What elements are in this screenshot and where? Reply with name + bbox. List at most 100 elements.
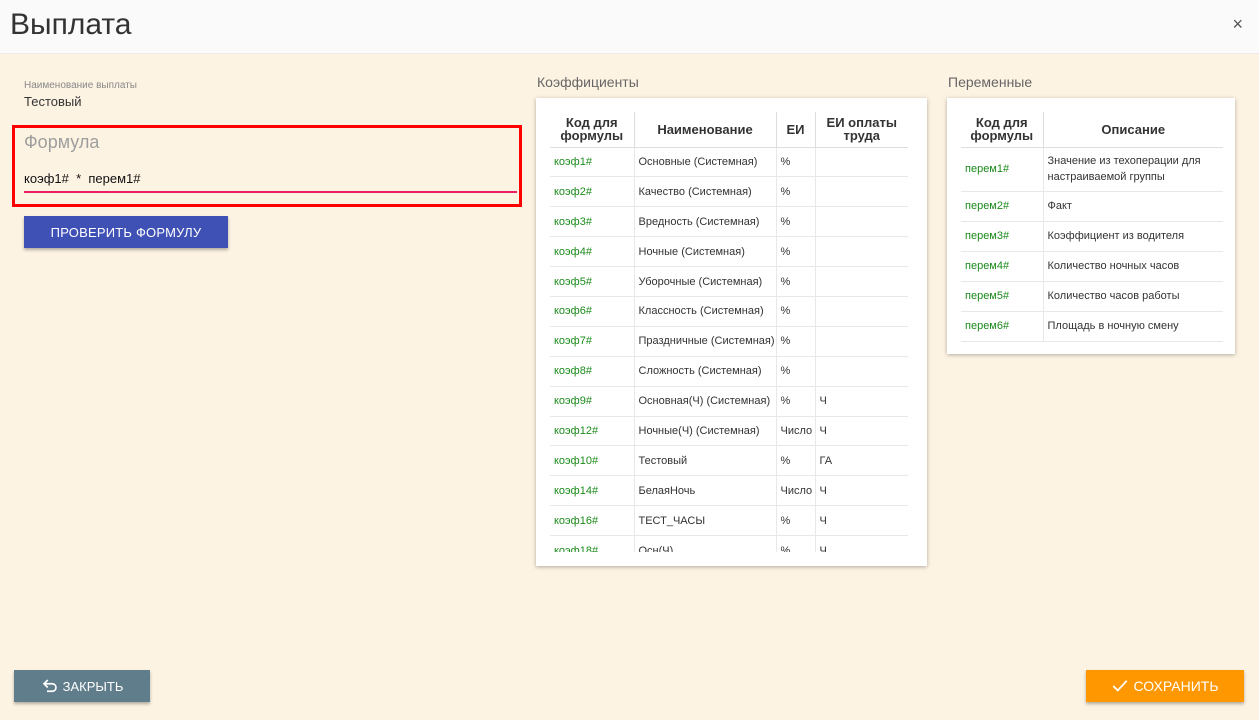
coefficient-row[interactable]: коэф18# Осн(Ч)% Ч [550,535,908,552]
coef-name-cell: Классность (Системная) [634,296,777,327]
coef-pay-unit-cell [815,236,908,268]
save-button[interactable]: СОХРАНИТЬ [1086,670,1244,702]
coef-pay-unit-cell [815,356,908,387]
coef-col-name[interactable]: Наименование [634,112,777,148]
coef-name-cell: Осн(Ч) [634,535,777,552]
payment-name-value: Тестовый [24,94,82,109]
coef-pay-unit-cell [815,296,908,327]
coef-code-cell: коэф12# [550,416,635,447]
coef-name-cell: Тестовый [634,445,777,477]
variable-row[interactable]: перем5# Количество часов работы [961,281,1223,312]
coef-name-cell: Ночные(Ч) (Системная) [634,416,777,447]
var-code-cell: перем3# [961,221,1044,252]
var-description-cell: Коэффициент из водителя [1043,221,1223,252]
coef-name-cell: Основная(Ч) (Системная) [634,386,777,417]
coef-code-cell: коэф2# [550,176,635,208]
coef-code-cell: коэф10# [550,445,635,477]
coef-name-cell: Праздничные (Системная) [634,326,777,357]
var-code-cell: перем4# [961,251,1044,282]
coef-pay-unit-cell: Ч [815,416,908,447]
coef-code-cell: коэф1# [550,147,635,178]
var-code-cell: перем2# [961,191,1044,222]
coefficients-card: Код для формулы Наименование ЕИ ЕИ оплат… [536,98,927,566]
coef-pay-unit-cell: ГА [815,445,908,477]
coef-pay-unit-cell [815,326,908,357]
coef-name-cell: Сложность (Системная) [634,356,777,387]
coef-unit-cell: % [776,505,816,537]
coef-unit-cell: Число [776,475,816,507]
coef-pay-unit-cell: Ч [815,386,908,417]
var-col-description[interactable]: Описание [1043,112,1223,148]
coef-unit-cell: % [776,176,816,208]
var-code-cell: перем5# [961,281,1044,312]
coef-pay-unit-cell: Ч [815,475,908,507]
coef-unit-cell: % [776,386,816,417]
variable-row[interactable]: перем1# Значение из техоперации для настр… [961,147,1223,192]
coef-code-cell: коэф6# [550,296,635,327]
coefficient-row[interactable]: коэф8# Сложность (Системная)% [550,356,908,387]
dialog-header: Выплата × [0,0,1259,54]
variable-row[interactable]: перем4# Количество ночных часов [961,251,1223,282]
coefficient-row[interactable]: коэф1# Основные (Системная)% [550,147,908,178]
coef-name-cell: Качество (Системная) [634,176,777,208]
coefficient-row[interactable]: коэф2# Качество (Системная)% [550,176,908,208]
coef-unit-cell: % [776,266,816,297]
save-button-label: СОХРАНИТЬ [1133,678,1219,694]
variables-scroll[interactable]: Код для формулы Описание перем1# Значение… [961,112,1223,342]
formula-input[interactable] [24,166,517,193]
coefficient-row[interactable]: коэф12# Ночные(Ч) (Системная) Число Ч [550,416,908,447]
coefficients-title: Коэффициенты [537,74,639,90]
formula-highlight-box: Формула [12,125,522,207]
coef-code-cell: коэф4# [550,236,635,268]
variable-row[interactable]: перем2# Факт [961,191,1223,222]
coef-unit-cell: % [776,356,816,387]
coef-col-unit[interactable]: ЕИ [776,112,816,148]
coefficient-row[interactable]: коэф16# ТЕСТ_ЧАСЫ% Ч [550,505,908,537]
coef-unit-cell: % [776,535,816,552]
var-description-cell: Количество часов работы [1043,281,1223,312]
coefficients-scroll[interactable]: Код для формулы Наименование ЕИ ЕИ оплат… [550,112,908,552]
coefficient-row[interactable]: коэф4# Ночные (Системная)% [550,236,908,268]
coef-code-cell: коэф16# [550,505,635,537]
coef-pay-unit-cell [815,147,908,178]
coef-code-cell: коэф9# [550,386,635,417]
coef-code-cell: коэф5# [550,266,635,297]
coef-code-cell: коэф7# [550,326,635,357]
close-icon[interactable]: × [1232,14,1243,34]
coefficient-row[interactable]: коэф14# БелаяНочь Число Ч [550,475,908,507]
coef-code-cell: коэф18# [550,535,635,552]
coef-code-cell: коэф14# [550,475,635,507]
variable-row[interactable]: перем3# Коэффициент из водителя [961,221,1223,252]
variables-card: Код для формулы Описание перем1# Значение… [947,98,1235,354]
coef-unit-cell: % [776,296,816,327]
var-description-cell: Факт [1043,191,1223,222]
coefficient-row[interactable]: коэф5# Уборочные (Системная)% [550,266,908,297]
coefficient-row[interactable]: коэф6# Классность (Системная)% [550,296,908,327]
var-code-cell: перем6# [961,311,1044,342]
coef-code-cell: коэф3# [550,206,635,238]
variables-title: Переменные [948,74,1033,90]
coef-name-cell: ТЕСТ_ЧАСЫ [634,505,777,537]
var-description-cell: Количество ночных часов [1043,251,1223,282]
coefficients-table: Код для формулы Наименование ЕИ ЕИ оплат… [550,112,908,552]
dialog-title: Выплата [10,8,132,41]
var-col-code[interactable]: Код для формулы [961,112,1044,148]
check-formula-button[interactable]: ПРОВЕРИТЬ ФОРМУЛУ [24,216,228,248]
coef-name-cell: Ночные (Системная) [634,236,777,268]
coef-col-pay-unit[interactable]: ЕИ оплаты труда [815,112,908,148]
coefficient-row[interactable]: коэф10# Тестовый% ГА [550,445,908,477]
undo-icon [42,679,57,693]
coef-col-code[interactable]: Код для формулы [550,112,635,148]
var-description-cell: Значение из техоперации для настраиваемо… [1043,147,1223,192]
coefficient-row[interactable]: коэф9# Основная(Ч) (Системная)% Ч [550,386,908,417]
variable-row[interactable]: перем6# Площадь в ночную смену [961,311,1223,342]
close-button[interactable]: ЗАКРЫТЬ [14,670,150,702]
coef-code-cell: коэф8# [550,356,635,387]
coefficient-row[interactable]: коэф3# Вредность (Системная)% [550,206,908,238]
coefficient-row[interactable]: коэф7# Праздничные (Системная)% [550,326,908,357]
coef-unit-cell: Число [776,416,816,447]
check-icon [1113,680,1128,692]
coef-name-cell: Вредность (Системная) [634,206,777,238]
coef-pay-unit-cell: Ч [815,505,908,537]
var-code-cell: перем1# [961,147,1044,192]
